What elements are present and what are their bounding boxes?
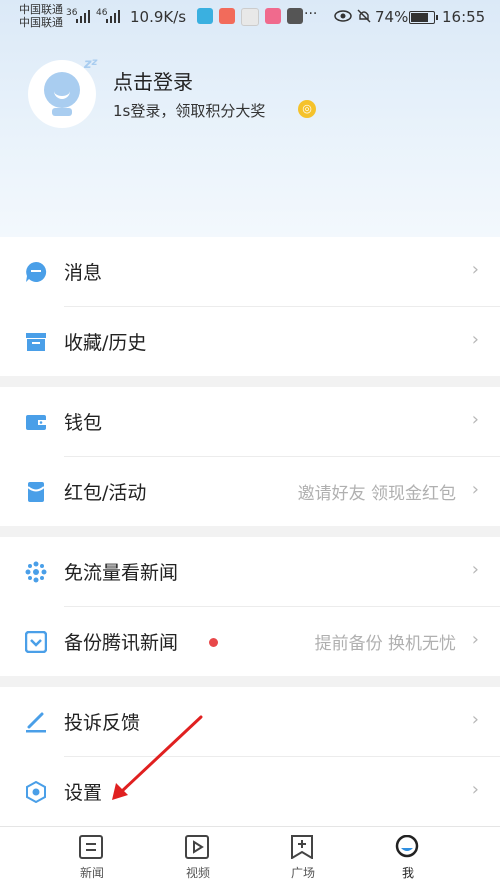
menu-item-messages[interactable]: 消息 › (0, 237, 500, 306)
bottom-tab-bar: 新闻 视频 广场 我 (0, 826, 500, 890)
camera-app-icon (287, 8, 303, 24)
new-badge-dot (209, 638, 218, 647)
message-icon (26, 261, 47, 282)
menu-label-favorites: 收藏/历史 (64, 332, 147, 354)
video-icon (185, 835, 209, 859)
menu-label-feedback: 投诉反馈 (64, 712, 141, 734)
mute-bell-icon (357, 9, 371, 23)
chevron-right-icon: › (471, 259, 479, 280)
menu-group-3: 免流量看新闻 › 备份腾讯新闻 提前备份 换机无忧 › (0, 537, 500, 676)
tab-news[interactable]: 新闻 (52, 827, 132, 890)
menu-group-1: 消息 › 收藏/历史 › (0, 237, 500, 376)
net-speed: 10.9K/s (130, 8, 187, 26)
network-flower-icon (25, 561, 47, 583)
battery-percent: 74% (375, 8, 409, 26)
carrier-1: 中国联通 (19, 3, 63, 16)
signal-bars-icon (76, 10, 90, 23)
tab-label-me: 我 (401, 866, 414, 880)
archive-box-icon (26, 333, 46, 351)
menu-hint-backup: 提前备份 换机无忧 (314, 634, 456, 654)
menu-label-free-flow: 免流量看新闻 (64, 562, 179, 584)
chevron-right-icon: › (471, 479, 479, 500)
menu-item-wallet[interactable]: 钱包 › (0, 387, 500, 456)
chevron-right-icon: › (471, 629, 479, 650)
tab-video[interactable]: 视频 (158, 827, 238, 890)
tab-label-video: 视频 (185, 866, 210, 880)
menu-label-messages: 消息 (64, 262, 103, 284)
menu-hint-redpacket: 邀请好友 领现金红包 (297, 484, 456, 504)
eye-icon (334, 10, 352, 22)
menu-group-2: 钱包 › 红包/活动 邀请好友 领现金红包 › (0, 387, 500, 526)
tab-me[interactable]: 我 (368, 827, 448, 890)
tab-label-square: 广场 (290, 866, 315, 880)
more-notifications: ··· (304, 6, 318, 22)
app-notification-icon (197, 8, 213, 24)
backup-download-icon (25, 631, 47, 653)
chevron-right-icon: › (471, 329, 479, 350)
plaza-icon (291, 835, 313, 859)
clock: 16:55 (442, 8, 486, 26)
menu-item-redpacket[interactable]: 红包/活动 邀请好友 领现金红包 › (0, 457, 500, 526)
chevron-right-icon: › (471, 409, 479, 430)
news-icon (79, 835, 103, 859)
menu-label-redpacket: 红包/活动 (64, 482, 147, 504)
chevron-right-icon: › (471, 779, 479, 800)
tab-label-news: 新闻 (79, 866, 104, 880)
login-title[interactable]: 点击登录 (113, 66, 193, 95)
chevron-right-icon: › (471, 709, 479, 730)
red-packet-icon (27, 482, 45, 502)
menu-label-backup: 备份腾讯新闻 (64, 632, 179, 654)
battery-icon (409, 11, 438, 24)
me-face-icon (395, 835, 419, 858)
menu-label-wallet: 钱包 (64, 412, 103, 434)
menu-group-4: 投诉反馈 › 设置 › (0, 687, 500, 826)
pencil-icon (26, 712, 46, 733)
menu-label-settings: 设置 (64, 782, 103, 804)
wallet-icon (26, 415, 46, 430)
tab-square[interactable]: 广场 (263, 827, 343, 890)
chevron-right-icon: › (471, 559, 479, 580)
login-subtitle[interactable]: 1s登录，领取积分大奖 (113, 100, 265, 121)
location-app-icon (219, 8, 235, 24)
menu-item-settings[interactable]: 设置 › (0, 757, 500, 826)
coin-icon: ◎ (298, 100, 316, 118)
app-notification-icon (265, 8, 281, 24)
profile-header[interactable]: 中国联通 中国联通 36 46 10.9K/s ··· 74% 16:55 zz… (0, 0, 500, 237)
app-notification-icon (241, 8, 259, 26)
menu-item-free-flow[interactable]: 免流量看新闻 › (0, 537, 500, 606)
sleep-zz-icon: zz (84, 57, 98, 72)
settings-hexagon-icon (26, 781, 46, 803)
signal-bars-icon (106, 10, 120, 23)
menu-item-favorites-history[interactable]: 收藏/历史 › (0, 307, 500, 376)
menu-item-feedback[interactable]: 投诉反馈 › (0, 687, 500, 756)
menu-item-backup[interactable]: 备份腾讯新闻 提前备份 换机无忧 › (0, 607, 500, 676)
carrier-2: 中国联通 (19, 16, 63, 29)
status-bar: 中国联通 中国联通 36 46 10.9K/s ··· 74% 16:55 (0, 0, 500, 34)
notification-icons (197, 8, 303, 26)
